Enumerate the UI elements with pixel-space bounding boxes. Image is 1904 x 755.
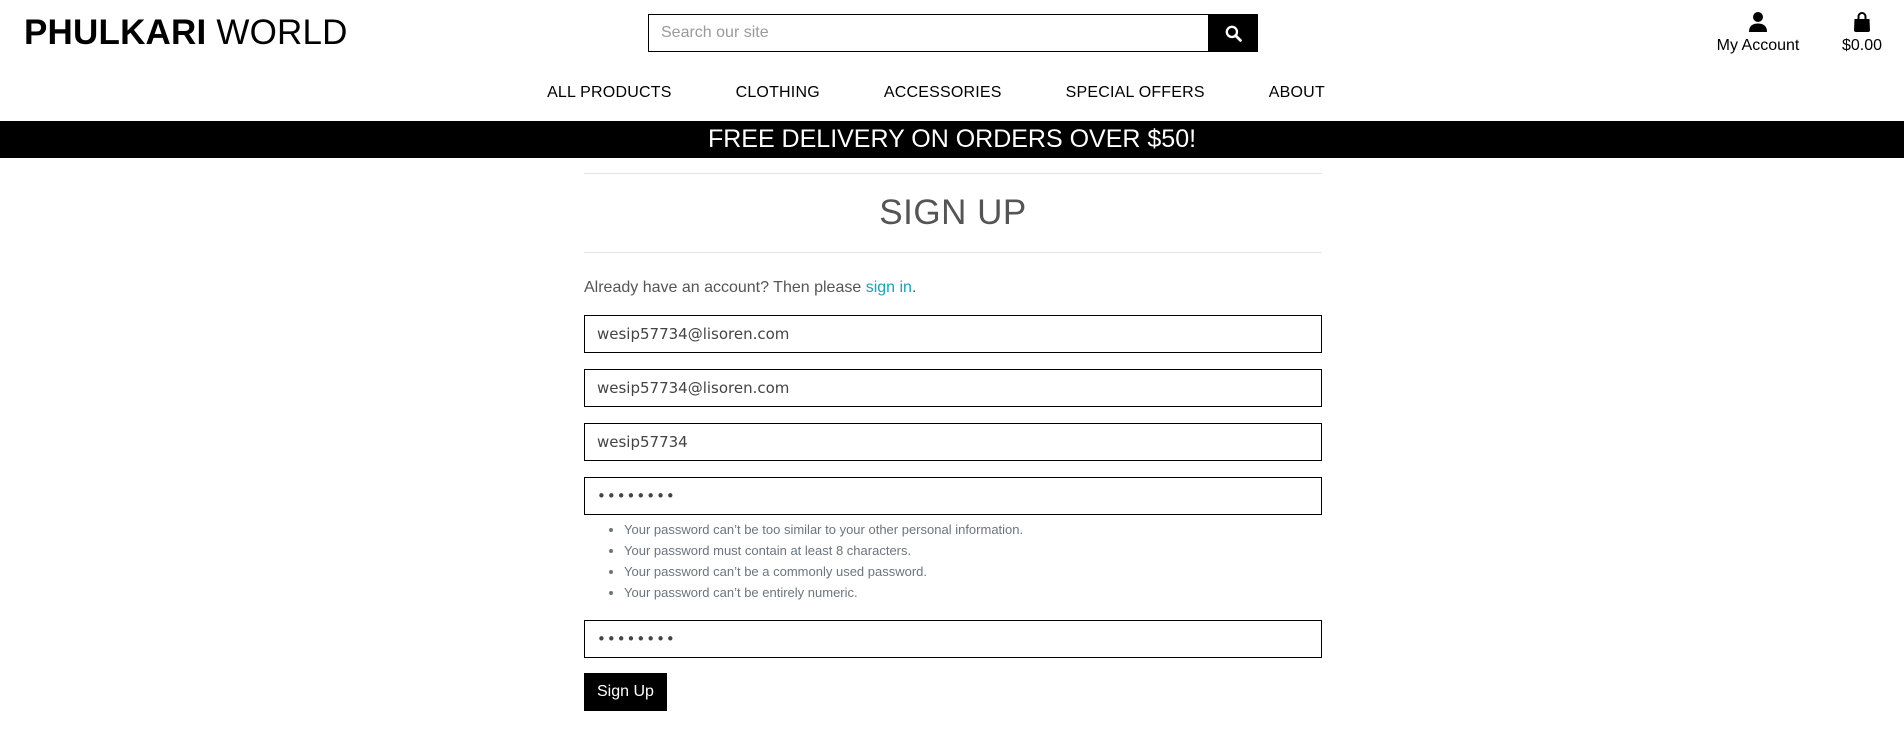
signin-prompt-text: Already have an account? Then please	[584, 279, 866, 296]
password-help-list: Your password can’t be too similar to yo…	[584, 519, 1322, 603]
search-form	[648, 14, 1258, 52]
username-field[interactable]	[584, 423, 1322, 461]
my-account-link[interactable]: My Account	[1708, 10, 1808, 55]
password-help-item: Your password can’t be a commonly used p…	[624, 561, 1322, 582]
signin-link[interactable]: sign in	[866, 279, 912, 296]
divider-top	[584, 173, 1322, 174]
password-help-item: Your password must contain at least 8 ch…	[624, 540, 1322, 561]
nav-all-products[interactable]: ALL PRODUCTS	[547, 80, 672, 106]
logo-bold-text: PHULKARI	[24, 13, 207, 52]
page-title: SIGN UP	[879, 193, 1027, 232]
bag-total: $0.00	[1841, 37, 1883, 54]
password-field[interactable]	[584, 477, 1322, 515]
site-logo[interactable]: PHULKARI WORLD	[24, 10, 348, 55]
search-icon	[1225, 25, 1242, 42]
shopping-bag-icon	[1854, 12, 1870, 32]
password-help-item: Your password can’t be entirely numeric.	[624, 582, 1322, 603]
nav-special-offers[interactable]: SPECIAL OFFERS	[1066, 80, 1205, 106]
signin-prompt: Already have an account? Then please sig…	[584, 279, 1322, 297]
user-icon	[1749, 12, 1767, 32]
shopping-bag-link[interactable]: $0.00	[1832, 10, 1892, 55]
nav-about[interactable]: ABOUT	[1269, 80, 1325, 106]
password-confirm-field[interactable]	[584, 620, 1322, 658]
nav-accessories[interactable]: ACCESSORIES	[884, 80, 1002, 106]
main-nav: ALL PRODUCTS CLOTHING ACCESSORIES SPECIA…	[0, 80, 1904, 106]
email-field[interactable]	[584, 315, 1322, 353]
signin-prompt-end: .	[911, 279, 917, 296]
signup-section: SIGN UP Already have an account? Then pl…	[584, 173, 1322, 711]
signup-button[interactable]: Sign Up	[584, 673, 667, 711]
email-confirm-field[interactable]	[584, 369, 1322, 407]
divider-bottom	[584, 252, 1322, 253]
nav-clothing[interactable]: CLOTHING	[736, 80, 820, 106]
site-header: PHULKARI WORLD My Account $0.00 ALL PROD…	[0, 0, 1904, 121]
search-button[interactable]	[1208, 14, 1258, 52]
password-help-item: Your password can’t be too similar to yo…	[624, 519, 1322, 540]
search-input[interactable]	[648, 14, 1208, 52]
my-account-label: My Account	[1716, 37, 1800, 54]
delivery-banner: FREE DELIVERY ON ORDERS OVER $50!	[0, 121, 1904, 158]
logo-light-text: WORLD	[206, 13, 348, 52]
